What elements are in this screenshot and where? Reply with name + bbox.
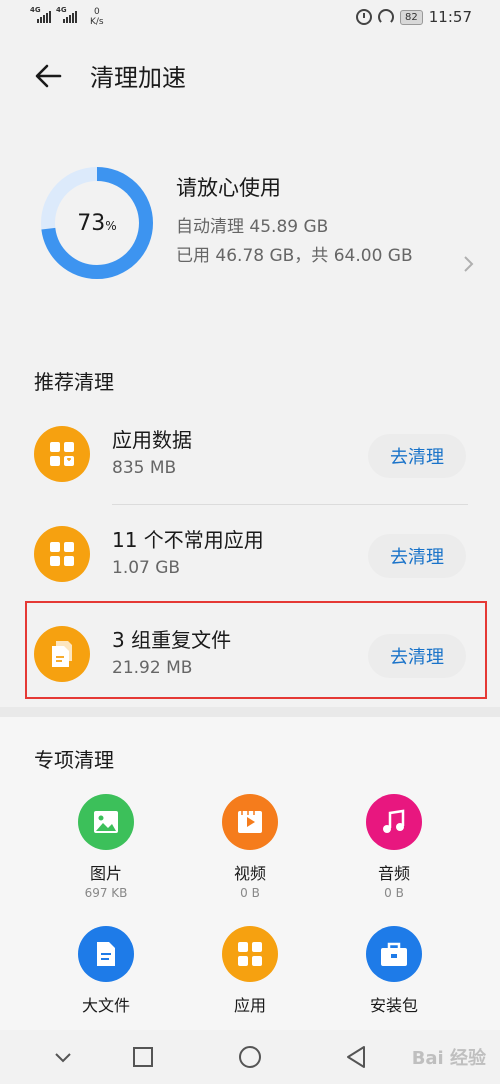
item-name: 11 个不常用应用 [112,528,264,552]
storage-percent: 73% [40,166,154,280]
watermark: Bai 经验 [411,1048,486,1069]
category-size: 0 B [384,886,404,900]
signal-icon: 4G [56,6,78,23]
apps-grid-icon [222,926,278,982]
music-icon [366,794,422,850]
list-item: 11 个不常用应用 1.07 GB 去清理 [34,512,468,602]
page-title: 清理加速 [90,64,186,92]
category-size: 697 KB [84,886,128,900]
clean-button[interactable]: 去清理 [368,534,466,578]
nav-home-button[interactable] [235,1042,265,1072]
category-name: 安装包 [369,996,418,1015]
recommended-title: 推荐清理 [34,370,114,394]
category-large-files[interactable]: 大文件 [46,926,166,1018]
app-data-icon [34,426,90,482]
image-icon [78,794,134,850]
section-separator [0,707,500,717]
item-size: 1.07 GB [112,558,181,578]
category-videos[interactable]: 视频 0 B [190,794,310,900]
status-bar: 4G 4G 0 K/s 82 11:57 [0,0,500,36]
category-packages[interactable]: 安装包 [334,926,454,1018]
video-icon [222,794,278,850]
speed-unit: K/s [90,17,104,27]
alarm-icon [356,9,373,25]
nav-back-icon [347,1046,365,1068]
storage-summary[interactable]: 73% 请放心使用 自动清理 45.89 GB 已用 46.78 GB，共 64… [0,150,500,310]
speed-value: 0 [93,7,100,17]
nav-down-button[interactable] [48,1042,78,1072]
percent-value: 73 [77,210,106,236]
category-name: 大文件 [81,996,130,1015]
back-button[interactable] [30,56,70,96]
nav-home-icon [239,1046,261,1068]
item-size: 835 MB [112,458,177,478]
special-title: 专项清理 [34,748,114,772]
battery-level: 82 [400,9,423,25]
list-item: 应用数据 835 MB 去清理 [34,412,468,502]
header: 清理加速 [0,40,500,110]
signal-icon: 4G [30,6,52,23]
package-icon [366,926,422,982]
category-images[interactable]: 图片 697 KB [46,794,166,900]
nav-back-button[interactable] [342,1042,372,1072]
gauge-icon [378,9,395,25]
highlight-box [25,601,487,699]
clock: 11:57 [428,8,472,26]
category-size: 0 B [240,886,260,900]
storage-used: 已用 46.78 GB，共 64.00 GB [176,246,413,266]
category-apps[interactable]: 应用 [190,926,310,1018]
document-icon [78,926,134,982]
category-name: 视频 [233,864,266,883]
apps-grid-icon [34,526,90,582]
category-name: 图片 [89,864,122,883]
nav-recent-icon [133,1047,153,1067]
arrow-left-icon [35,64,62,88]
navigation-bar: Bai 经验 [0,1030,500,1084]
category-audio[interactable]: 音频 0 B [334,794,454,900]
status-left: 4G 4G 0 K/s [30,6,104,27]
percent-sign: % [105,219,117,233]
item-name: 应用数据 [112,428,192,452]
storage-status: 请放心使用 [176,176,281,200]
network-speed: 0 K/s [90,7,104,27]
nav-down-icon [55,1053,71,1063]
status-right: 82 11:57 [356,8,472,26]
chevron-right-icon [464,256,474,272]
clean-button[interactable]: 去清理 [368,434,466,478]
category-name: 音频 [377,864,410,883]
nav-recent-button[interactable] [128,1042,158,1072]
divider [112,504,468,505]
auto-clean-total: 自动清理 45.89 GB [176,217,329,237]
category-name: 应用 [233,996,266,1015]
